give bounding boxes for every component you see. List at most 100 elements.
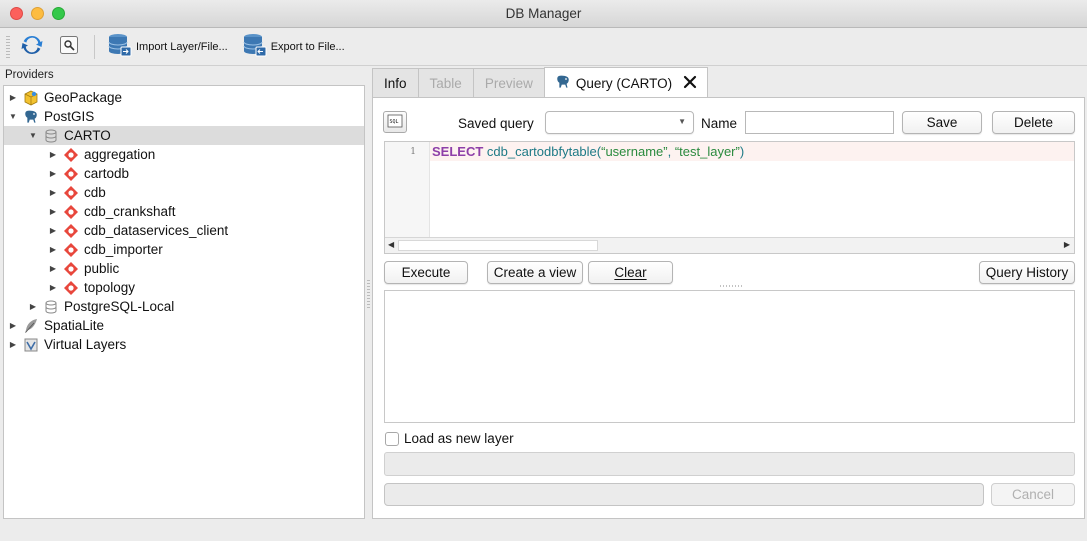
layer-options-panel <box>384 452 1075 476</box>
name-label: Name <box>701 116 738 131</box>
expand-arrow-icon[interactable]: ▶ <box>48 264 58 273</box>
postgis-elephant-icon <box>555 74 571 93</box>
tree-item-label: CARTO <box>64 128 111 143</box>
tree-item-label: public <box>84 261 120 276</box>
tree-item-schema[interactable]: ▶ cartodb <box>4 164 364 183</box>
create-view-button[interactable]: Create a view <box>487 261 583 284</box>
tree-item-schema[interactable]: ▶ cdb_dataservices_client <box>4 221 364 240</box>
tree-item-label: SpatiaLite <box>44 318 105 333</box>
schema-icon <box>63 204 79 220</box>
tree-item-virtual-layers[interactable]: ▶ Virtual Layers <box>4 335 364 354</box>
expand-arrow-icon[interactable]: ▶ <box>8 340 18 349</box>
tree-item-label: cdb_dataservices_client <box>84 223 229 238</box>
tab-info[interactable]: Info <box>372 68 419 98</box>
sql-comma: , <box>667 144 675 159</box>
expand-arrow-icon[interactable]: ▶ <box>48 226 58 235</box>
close-window-button[interactable] <box>10 7 23 20</box>
close-tab-icon[interactable] <box>683 75 697 92</box>
scroll-left-icon[interactable]: ◀ <box>388 240 394 249</box>
load-as-layer-checkbox[interactable] <box>385 432 399 446</box>
tree-item-label: PostGIS <box>44 109 95 124</box>
tab-table: Table <box>417 68 474 98</box>
expand-arrow-icon[interactable]: ▶ <box>28 302 38 311</box>
schema-icon <box>63 185 79 201</box>
tree-item-schema[interactable]: ▶ aggregation <box>4 145 364 164</box>
sql-builder-button[interactable]: SQL <box>383 111 407 133</box>
tab-query[interactable]: Query (CARTO) <box>543 67 709 98</box>
schema-icon <box>63 223 79 239</box>
expand-arrow-icon[interactable]: ▶ <box>48 207 58 216</box>
minimize-window-button[interactable] <box>31 7 44 20</box>
expand-arrow-icon[interactable]: ▶ <box>48 169 58 178</box>
tree-item-geopackage[interactable]: ▶ GeoPackage <box>4 88 364 107</box>
query-history-button[interactable]: Query History <box>979 261 1075 284</box>
sql-keyword: SELECT <box>432 144 484 159</box>
tree-item-schema[interactable]: ▶ cdb_importer <box>4 240 364 259</box>
zoom-window-button[interactable] <box>52 7 65 20</box>
tree-item-postgresql-local[interactable]: ▶ PostgreSQL-Local <box>4 297 364 316</box>
expand-arrow-icon[interactable]: ▶ <box>48 283 58 292</box>
collapse-arrow-icon[interactable]: ▼ <box>8 112 18 121</box>
tree-item-label: cdb_crankshaft <box>84 204 176 219</box>
clear-button[interactable]: Clear <box>588 261 673 284</box>
horizontal-scrollbar[interactable]: ◀ ▶ <box>385 237 1074 253</box>
query-results-table[interactable] <box>384 290 1075 423</box>
scrollbar-thumb[interactable] <box>398 240 598 251</box>
title-bar: DB Manager <box>0 0 1087 28</box>
sql-function: cdb_cartodbfytable( <box>486 144 602 159</box>
tree-item-label: cdb <box>84 185 106 200</box>
load-as-layer-label[interactable]: Load as new layer <box>404 431 514 446</box>
sql-string-arg: “username” <box>601 144 668 159</box>
collapse-arrow-icon[interactable]: ▼ <box>28 131 38 140</box>
expand-arrow-icon[interactable]: ▶ <box>48 150 58 159</box>
line-number: 1 <box>410 147 416 157</box>
scroll-right-icon[interactable]: ▶ <box>1064 240 1070 249</box>
sql-window-button[interactable] <box>58 32 80 62</box>
save-button[interactable]: Save <box>902 111 982 134</box>
name-input[interactable] <box>745 111 894 134</box>
expand-arrow-icon[interactable]: ▶ <box>8 321 18 330</box>
window-controls <box>10 7 65 20</box>
geopackage-icon <box>23 90 39 106</box>
tab-preview: Preview <box>472 68 545 98</box>
sql-editor[interactable]: 1 SELECT cdb_cartodbfytable(“username”, … <box>384 141 1075 254</box>
tree-item-postgis[interactable]: ▼ PostGIS <box>4 107 364 126</box>
delete-button[interactable]: Delete <box>992 111 1075 134</box>
virtual-layers-icon <box>23 337 39 353</box>
sql-close-paren: ) <box>739 144 745 159</box>
saved-query-dropdown[interactable]: ▼ <box>545 111 694 134</box>
tree-item-schema[interactable]: ▶ public <box>4 259 364 278</box>
toolbar-grip[interactable] <box>6 35 10 58</box>
execute-button[interactable]: Execute <box>384 261 468 284</box>
tree-item-schema[interactable]: ▶ cdb <box>4 183 364 202</box>
postgis-elephant-icon <box>23 109 39 125</box>
progress-bar <box>384 483 984 506</box>
tree-item-carto[interactable]: ▼ CARTO <box>4 126 364 145</box>
tree-item-schema[interactable]: ▶ cdb_crankshaft <box>4 202 364 221</box>
providers-label: Providers <box>5 69 54 81</box>
splitter-handle[interactable] <box>367 280 370 310</box>
feather-icon <box>23 318 39 334</box>
export-file-button[interactable]: Export to File... <box>242 32 345 62</box>
svg-text:SQL: SQL <box>390 119 399 125</box>
tree-item-label: aggregation <box>84 147 156 162</box>
tree-item-label: topology <box>84 280 136 295</box>
export-database-icon <box>242 32 268 61</box>
import-layer-button[interactable]: Import Layer/File... <box>107 32 228 62</box>
status-bar <box>0 522 1087 541</box>
tree-item-schema[interactable]: ▶ topology <box>4 278 364 297</box>
line-number-gutter: 1 <box>385 142 430 238</box>
schema-icon <box>63 166 79 182</box>
expand-arrow-icon[interactable]: ▶ <box>8 93 18 102</box>
results-splitter-handle[interactable] <box>720 285 742 287</box>
sql-code-line: SELECT cdb_cartodbfytable(“username”, “t… <box>432 144 744 159</box>
refresh-icon <box>20 33 44 60</box>
refresh-button[interactable] <box>20 32 44 62</box>
expand-arrow-icon[interactable]: ▶ <box>48 188 58 197</box>
tree-item-spatialite[interactable]: ▶ SpatiaLite <box>4 316 364 335</box>
database-icon <box>43 128 59 144</box>
expand-arrow-icon[interactable]: ▶ <box>48 245 58 254</box>
schema-icon <box>63 147 79 163</box>
cancel-button: Cancel <box>991 483 1075 506</box>
providers-tree[interactable]: ▶ GeoPackage ▼ PostGIS ▼ CARTO ▶ aggrega… <box>3 85 365 519</box>
